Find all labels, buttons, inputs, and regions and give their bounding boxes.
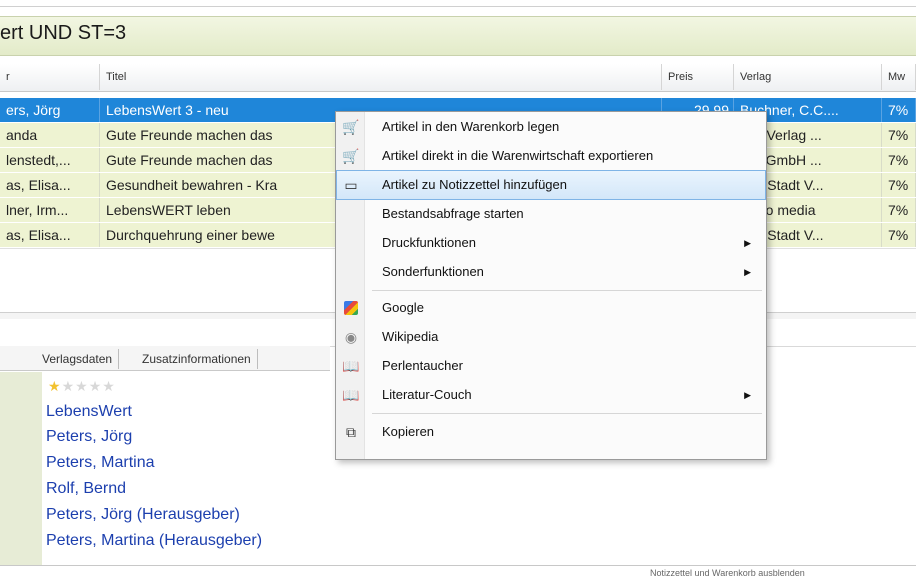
cell-vat: 7%: [882, 148, 916, 172]
menu-item-export-to-inventory[interactable]: 🛒 Artikel direkt in die Warenwirtschaft …: [337, 142, 765, 170]
menu-item-label: Google: [382, 300, 424, 315]
column-header-title[interactable]: Titel: [100, 64, 662, 90]
note-icon: ▭: [344, 177, 358, 193]
column-header-author[interactable]: r: [0, 64, 100, 90]
menu-item-label: Artikel direkt in die Warenwirtschaft ex…: [382, 148, 654, 163]
cell-vat: 7%: [882, 98, 916, 122]
submenu-arrow-icon: ▶: [744, 267, 751, 277]
star-icon[interactable]: ★: [102, 378, 116, 394]
top-divider: [0, 6, 916, 7]
detail-author[interactable]: Peters, Martina: [46, 451, 154, 475]
cell-author: as, Elisa...: [0, 223, 100, 247]
detail-editor[interactable]: Peters, Jörg (Herausgeber): [46, 503, 240, 527]
menu-item-copy[interactable]: ⧉ Kopieren: [337, 418, 765, 446]
toggle-notes-cart-link[interactable]: Notizzettel und Warenkorb ausblenden: [650, 568, 805, 578]
column-header-price[interactable]: Preis: [662, 64, 734, 90]
cart-icon: 🛒: [342, 119, 360, 135]
star-icon[interactable]: ★: [75, 378, 89, 394]
submenu-arrow-icon: ▶: [744, 238, 751, 248]
cart-export-icon: 🛒: [342, 148, 360, 164]
star-icon[interactable]: ★: [48, 378, 62, 394]
cell-vat: 7%: [882, 123, 916, 147]
wikipedia-icon: ◉: [344, 329, 358, 345]
detail-series[interactable]: LebensWert: [46, 400, 132, 424]
google-icon: [344, 301, 358, 315]
filter-bar: [0, 16, 916, 56]
menu-separator: [372, 290, 762, 291]
menu-item-google[interactable]: Google: [337, 294, 765, 322]
menu-item-label: Perlentaucher: [382, 358, 463, 373]
cell-author: as, Elisa...: [0, 173, 100, 197]
book-icon: 📖: [342, 387, 360, 403]
cell-vat: 7%: [882, 223, 916, 247]
detail-author[interactable]: Peters, Jörg: [46, 425, 132, 449]
book-icon: 📖: [342, 358, 360, 374]
detail-author[interactable]: Rolf, Bernd: [46, 477, 126, 501]
tab-zusatzinformationen[interactable]: Zusatzinformationen: [136, 349, 258, 369]
copy-icon: ⧉: [346, 424, 356, 440]
detail-label-column: [0, 372, 42, 565]
cell-author: ers, Jörg: [0, 98, 100, 122]
menu-item-literatur-couch[interactable]: 📖 Literatur-Couch ▶: [337, 381, 765, 409]
menu-item-add-to-cart[interactable]: 🛒 Artikel in den Warenkorb legen: [337, 113, 765, 141]
menu-item-special-functions[interactable]: Sonderfunktionen ▶: [337, 258, 765, 286]
menu-item-label: Kopieren: [382, 424, 435, 439]
menu-item-print-functions[interactable]: Druckfunktionen ▶: [337, 229, 765, 257]
menu-item-label: Bestandsabfrage starten: [382, 206, 524, 221]
submenu-arrow-icon: ▶: [744, 390, 751, 400]
cell-author: lenstedt,...: [0, 148, 100, 172]
filter-text: ert UND ST=3: [0, 22, 127, 44]
menu-item-add-to-notepad[interactable]: ▭ Artikel zu Notizzettel hinzufügen: [336, 170, 766, 200]
menu-item-perlentaucher[interactable]: 📖 Perlentaucher: [337, 352, 765, 380]
cell-vat: 7%: [882, 173, 916, 197]
tab-verlagsdaten[interactable]: Verlagsdaten: [36, 349, 120, 369]
menu-item-wikipedia[interactable]: ◉ Wikipedia: [337, 323, 765, 351]
menu-item-label: Artikel zu Notizzettel hinzufügen: [382, 177, 567, 192]
star-icon[interactable]: ★: [89, 378, 103, 394]
menu-item-label: Sonderfunktionen: [382, 264, 484, 279]
star-icon[interactable]: ★: [62, 378, 76, 394]
menu-item-label: Artikel in den Warenkorb legen: [382, 119, 560, 134]
menu-separator: [372, 413, 762, 414]
detail-divider: [0, 565, 916, 566]
detail-editor[interactable]: Peters, Martina (Herausgeber): [46, 529, 262, 553]
column-header-publisher[interactable]: Verlag: [734, 64, 882, 90]
menu-item-label: Wikipedia: [382, 329, 439, 344]
cell-author: lner, Irm...: [0, 198, 100, 222]
menu-item-label: Literatur-Couch: [382, 387, 472, 402]
menu-item-label: Druckfunktionen: [382, 235, 476, 250]
menu-item-stock-query[interactable]: Bestandsabfrage starten: [337, 200, 765, 228]
cell-vat: 7%: [882, 198, 916, 222]
cell-author: anda: [0, 123, 100, 147]
rating-stars[interactable]: ★★★★★: [48, 378, 116, 395]
column-header-vat[interactable]: Mw: [882, 64, 916, 90]
